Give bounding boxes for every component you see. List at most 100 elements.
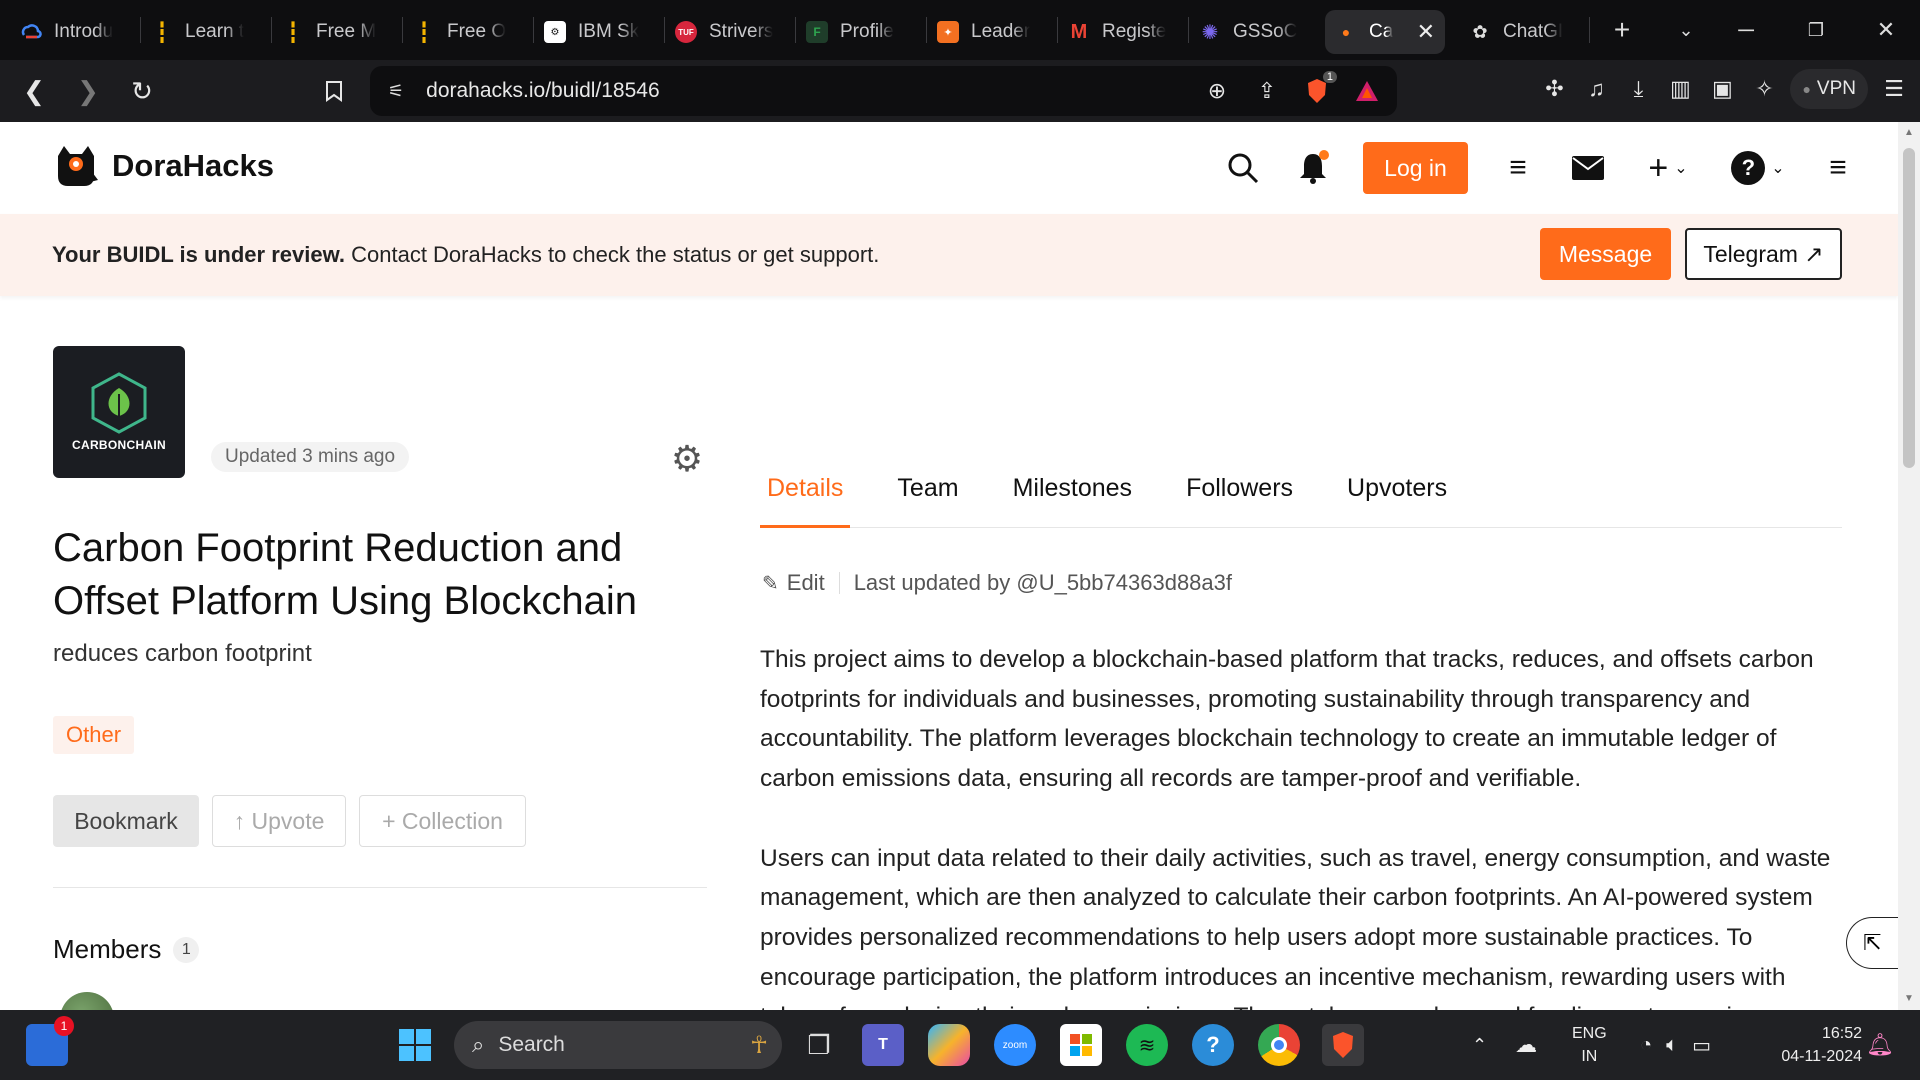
close-icon[interactable]: ✕ <box>1417 19 1435 45</box>
help-menu-icon[interactable]: ? ⌄ <box>1728 148 1788 188</box>
start-windows-icon[interactable] <box>394 1024 436 1066</box>
vpn-button[interactable]: ● VPN <box>1790 69 1868 109</box>
scroll-up-arrow-icon[interactable]: ▲ <box>1898 122 1920 144</box>
tab-label: Strivers <box>709 21 774 42</box>
tab-separator <box>1589 17 1590 43</box>
mail-icon[interactable] <box>1568 148 1608 188</box>
onedrive-cloud-icon[interactable]: ☁ <box>1515 1032 1537 1058</box>
site-logo[interactable]: DoraHacks <box>52 142 274 190</box>
bookmark-button[interactable]: Bookmark <box>53 795 199 847</box>
quick-settings[interactable]: ◔ 🔈︎ ▭ <box>1640 1010 1711 1080</box>
url-text[interactable]: dorahacks.io/buidl/18546 <box>426 79 660 103</box>
browser-tab[interactable]: ┇ Learn t <box>141 10 271 54</box>
tab-list-chevron-icon[interactable]: ⌄ <box>1656 0 1716 60</box>
minimize-button[interactable]: ─ <box>1716 0 1776 60</box>
browser-tab[interactable]: ✿ ChatGI <box>1459 10 1589 54</box>
project-logo-text: CARBONCHAIN <box>72 438 166 452</box>
new-tab-button[interactable]: + <box>1600 8 1644 52</box>
create-menu-icon[interactable]: + ⌄ <box>1638 148 1698 188</box>
chevron-down-icon: ⌄ <box>1771 160 1785 177</box>
share-icon[interactable]: ⇪ <box>1251 75 1283 107</box>
back-button[interactable]: ❮ <box>12 69 56 113</box>
sidebar-icon[interactable]: ▥ <box>1664 73 1696 105</box>
telegram-button[interactable]: Telegram ↗ <box>1685 228 1842 280</box>
extensions-icon[interactable]: ✣ <box>1538 73 1570 105</box>
media-icon[interactable]: ♫ <box>1580 73 1612 105</box>
browser-tab[interactable]: ✺ GSSoC <box>1189 10 1319 54</box>
spotify-icon[interactable]: ≋ <box>1126 1024 1168 1066</box>
brave-badge: 1 <box>1322 71 1337 83</box>
gmail-icon: M <box>1070 20 1088 43</box>
browser-tab[interactable]: ✦ Leader <box>927 10 1057 54</box>
leader-icon: ✦ <box>937 21 959 43</box>
scroll-down-arrow-icon[interactable]: ▼ <box>1898 988 1920 1010</box>
widgets-icon[interactable]: 1 <box>26 1016 74 1066</box>
download-icon[interactable]: ⤓ <box>1622 73 1654 105</box>
edit-link[interactable]: Edit <box>787 570 825 596</box>
show-hidden-icons-chevron-icon[interactable]: ⌃ <box>1472 1035 1487 1056</box>
browser-tab[interactable]: M Registe <box>1058 10 1188 54</box>
reload-button[interactable]: ↻ <box>120 69 164 113</box>
forward-button[interactable]: ❯ <box>66 69 110 113</box>
scrollbar-thumb[interactable] <box>1903 148 1915 468</box>
browser-tab[interactable]: ⚙ IBM Sk <box>534 10 664 54</box>
browser-tab-active[interactable]: ● Ca ✕ <box>1325 10 1445 54</box>
brave-rewards-icon[interactable] <box>1351 75 1383 107</box>
gear-icon[interactable]: ⚙ <box>668 438 706 479</box>
upvote-button[interactable]: ↑ Upvote <box>212 795 346 847</box>
address-bar[interactable]: ⚟ dorahacks.io/buidl/18546 ⊕ ⇪ 1 <box>370 66 1397 116</box>
tab-details[interactable]: Details <box>760 474 851 528</box>
pencil-icon[interactable]: ✎ <box>762 571 779 596</box>
avatar[interactable] <box>60 992 114 1010</box>
notif-badge: 1 <box>54 1016 74 1036</box>
microsoft-store-icon[interactable] <box>1060 1024 1102 1066</box>
zoom-icon[interactable]: ⊕ <box>1201 75 1233 107</box>
brave-browser-icon[interactable] <box>1322 1024 1364 1066</box>
brave-shields-icon[interactable]: 1 <box>1301 71 1337 107</box>
language-indicator[interactable]: ENG IN <box>1572 1022 1607 1068</box>
notification-bell-icon[interactable] <box>1293 148 1333 188</box>
wallet-icon[interactable]: ▣ <box>1706 73 1738 105</box>
tab-upvoters[interactable]: Upvoters <box>1340 474 1454 528</box>
browser-tab[interactable]: ┇ Free M <box>272 10 402 54</box>
leo-ai-icon[interactable]: ✧ <box>1748 73 1780 105</box>
browser-tab[interactable]: Introdu <box>10 10 140 54</box>
close-window-button[interactable]: ✕ <box>1856 0 1916 60</box>
members-heading: Members 1 <box>53 934 200 965</box>
hamburger-menu-icon[interactable]: ≡ <box>1818 148 1858 188</box>
taskbar-search[interactable]: ⌕ Search ☥ <box>454 1021 782 1069</box>
login-button[interactable]: Log in <box>1363 142 1468 194</box>
copilot-icon[interactable] <box>928 1024 970 1066</box>
menu-icon[interactable]: ☰ <box>1878 73 1910 105</box>
restore-button[interactable]: ❐ <box>1786 0 1846 60</box>
zoom-icon[interactable]: zoom <box>994 1024 1036 1066</box>
browser-tab[interactable]: F Profile <box>796 10 926 54</box>
task-view-icon[interactable]: ❐ <box>798 1024 840 1066</box>
profile-icon: F <box>806 21 828 43</box>
teams-icon[interactable]: T <box>862 1024 904 1066</box>
updated-badge: Updated 3 mins ago <box>211 442 410 472</box>
bookmark-icon[interactable] <box>312 69 356 113</box>
site-settings-icon[interactable]: ⚟ <box>388 81 404 102</box>
tab-milestones[interactable]: Milestones <box>1006 474 1140 528</box>
tab-followers[interactable]: Followers <box>1179 474 1300 528</box>
description-paragraph: This project aims to develop a blockchai… <box>760 646 1814 793</box>
browser-tab[interactable]: TUF Strivers <box>665 10 795 54</box>
members-label: Members <box>53 934 162 964</box>
message-button[interactable]: Message <box>1540 228 1671 280</box>
review-banner: Your BUIDL is under review. Contact Dora… <box>0 214 1898 296</box>
list-menu-icon[interactable]: ≡ <box>1498 148 1538 188</box>
search-icon: ⌕ <box>472 1032 485 1057</box>
notification-icon[interactable]: 🔔︎ <box>1866 1010 1894 1080</box>
help-app-icon[interactable]: ? <box>1192 1024 1234 1066</box>
category-tag[interactable]: Other <box>53 716 135 754</box>
browser-tab[interactable]: ┇ Free O <box>403 10 533 54</box>
tab-team[interactable]: Team <box>890 474 965 528</box>
chrome-icon[interactable] <box>1258 1024 1300 1066</box>
search-icon[interactable] <box>1223 148 1263 188</box>
page-scrollbar[interactable]: ▲ ▼ <box>1898 122 1920 1010</box>
tab-label: GSSoC <box>1233 21 1298 42</box>
taskbar-clock[interactable]: 16:52 04-11-2024 <box>1781 1022 1862 1068</box>
lang-line-2: IN <box>1581 1048 1598 1065</box>
add-collection-button[interactable]: + Collection <box>359 795 526 847</box>
